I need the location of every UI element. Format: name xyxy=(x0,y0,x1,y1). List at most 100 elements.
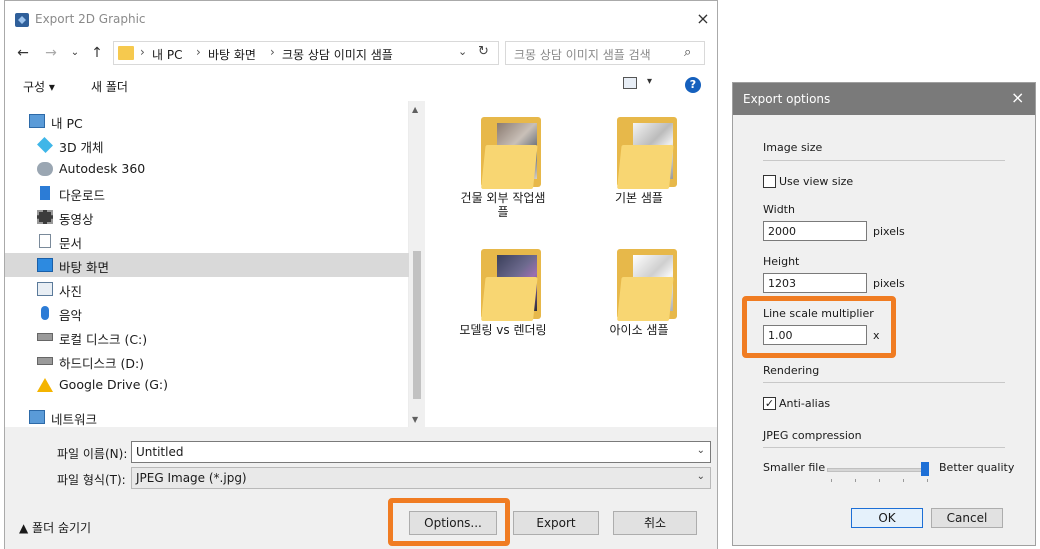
divider xyxy=(763,382,1005,383)
sidebar-item-pictures[interactable]: 사진 xyxy=(5,277,409,301)
slider-tick xyxy=(831,479,832,482)
new-folder-button[interactable]: 새 폴더 xyxy=(91,78,128,95)
image-size-heading: Image size xyxy=(763,141,823,154)
help-icon[interactable]: ? xyxy=(685,77,701,93)
quality-slider-thumb[interactable] xyxy=(921,462,929,476)
folder-icon xyxy=(118,46,134,60)
export-button[interactable]: Export xyxy=(513,511,599,535)
chevron-down-icon[interactable]: ⌄ xyxy=(697,471,705,482)
sidebar-item-music[interactable]: 음악 xyxy=(5,301,409,325)
cloud-icon xyxy=(37,162,53,176)
address-dropdown-icon[interactable]: ⌄ xyxy=(458,45,467,58)
folder-icon xyxy=(617,249,677,321)
breadcrumb-desktop[interactable]: 바탕 화면 xyxy=(208,46,256,63)
sidebar-item-label: 문서 xyxy=(59,236,83,251)
sidebar-item-desktop[interactable]: 바탕 화면 xyxy=(5,253,409,277)
height-input[interactable]: 1203 xyxy=(763,273,867,293)
folder-item[interactable]: 아이소 샘플 xyxy=(579,233,699,343)
breadcrumb-current-folder[interactable]: 크몽 상담 이미지 샘플 xyxy=(282,46,393,63)
sidebar-item-downloads[interactable]: 다운로드 xyxy=(5,181,409,205)
scroll-down-icon[interactable]: ▼ xyxy=(412,415,418,424)
sidebar-item-videos[interactable]: 동영상 xyxy=(5,205,409,229)
sidebar-item-autodesk-360[interactable]: Autodesk 360 xyxy=(5,157,409,181)
sidebar-item-label: 음악 xyxy=(59,308,83,323)
sidebar-item-my-pc[interactable]: 내 PC xyxy=(5,109,409,133)
nav-pane-scrollbar[interactable]: ▲ ▼ xyxy=(409,101,425,427)
folder-item[interactable]: 건물 외부 작업샘 플 xyxy=(443,101,563,219)
sidebar-item-documents[interactable]: 문서 xyxy=(5,229,409,253)
refresh-icon[interactable]: ↻ xyxy=(478,44,489,59)
ok-button[interactable]: OK xyxy=(851,508,923,528)
sidebar-item-3d-objects[interactable]: 3D 개체 xyxy=(5,133,409,157)
view-options-dropdown-icon[interactable]: ▾ xyxy=(647,76,652,87)
network-icon xyxy=(29,410,45,424)
anti-alias-checkbox[interactable]: ✓ xyxy=(763,397,776,410)
file-list: 건물 외부 작업샘 플 기본 샘플 모델링 vs 렌더링 아이소 샘플 xyxy=(425,101,717,427)
back-arrow-icon[interactable]: ← xyxy=(13,43,33,63)
picture-icon xyxy=(37,282,53,296)
up-arrow-icon[interactable]: ↑ xyxy=(87,43,107,63)
address-bar[interactable]: › 내 PC › 바탕 화면 › 크몽 상담 이미지 샘플 ⌄ ↻ xyxy=(113,41,499,65)
slider-tick xyxy=(855,479,856,482)
download-icon xyxy=(40,186,50,200)
sidebar-item-label: Autodesk 360 xyxy=(59,161,146,176)
use-view-size-label: Use view size xyxy=(779,175,854,188)
close-icon[interactable]: × xyxy=(1011,88,1024,107)
breadcrumb-separator: › xyxy=(270,45,275,59)
dialog-title: Export 2D Graphic xyxy=(35,12,146,26)
divider xyxy=(763,447,1005,448)
sidebar-item-local-disk-c[interactable]: 로컬 디스크 (C:) xyxy=(5,325,409,349)
folder-icon xyxy=(481,249,541,321)
close-icon[interactable]: × xyxy=(693,9,713,29)
use-view-size-checkbox[interactable] xyxy=(763,175,776,188)
height-value: 1203 xyxy=(768,277,796,290)
folder-icon xyxy=(481,117,541,189)
height-unit: pixels xyxy=(873,277,905,290)
breadcrumb-separator: › xyxy=(196,45,201,59)
folder-item[interactable]: 모델링 vs 렌더링 xyxy=(443,233,563,343)
width-input[interactable]: 2000 xyxy=(763,221,867,241)
view-mode-icon[interactable] xyxy=(623,77,637,89)
folder-label-line: 플 xyxy=(497,205,509,219)
breadcrumb-pc[interactable]: 내 PC xyxy=(152,46,182,63)
sidebar-item-network[interactable]: 네트워크 xyxy=(5,405,409,429)
filename-value: Untitled xyxy=(136,445,184,459)
cancel-button[interactable]: 취소 xyxy=(613,511,697,535)
music-icon xyxy=(41,306,49,320)
slider-max-label: Better quality xyxy=(939,461,1015,474)
sidebar-item-hard-disk-d[interactable]: 하드디스크 (D:) xyxy=(5,349,409,373)
disk-icon xyxy=(37,333,53,341)
slider-tick xyxy=(903,479,904,482)
sidebar-item-label: 하드디스크 (D:) xyxy=(59,356,145,371)
sidebar-item-label: 동영상 xyxy=(59,212,94,227)
sidebar-item-label: Google Drive (G:) xyxy=(59,377,169,392)
cancel-button[interactable]: Cancel xyxy=(931,508,1003,528)
folder-icon xyxy=(617,117,677,189)
desktop-icon xyxy=(37,258,53,272)
google-drive-icon xyxy=(37,378,53,392)
folder-item[interactable]: 기본 샘플 xyxy=(579,101,699,211)
hide-folders-button[interactable]: ▲ 폴더 숨기기 xyxy=(19,519,91,536)
options-highlight-box xyxy=(388,498,510,546)
search-placeholder: 크몽 상담 이미지 샘플 검색 xyxy=(514,48,651,62)
recent-locations-chevron-icon[interactable]: ⌄ xyxy=(65,43,85,63)
folder-label: 기본 샘플 xyxy=(615,191,663,205)
filename-input[interactable]: Untitled ⌄ xyxy=(131,441,711,463)
filetype-select[interactable]: JPEG Image (*.jpg) ⌄ xyxy=(131,467,711,489)
search-input[interactable]: 크몽 상담 이미지 샘플 검색 ⌕ xyxy=(505,41,705,65)
folder-label-line: 건물 외부 작업샘 xyxy=(460,191,546,205)
slider-tick xyxy=(927,479,928,482)
search-icon[interactable]: ⌕ xyxy=(684,45,691,60)
organize-menu-button[interactable]: 구성 ▾ xyxy=(23,78,55,95)
sidebar-item-google-drive[interactable]: Google Drive (G:) xyxy=(5,373,409,397)
forward-arrow-icon[interactable]: → xyxy=(41,43,61,63)
folder-label: 모델링 vs 렌더링 xyxy=(459,323,547,337)
sidebar-item-label: 다운로드 xyxy=(59,188,106,203)
chevron-down-icon[interactable]: ⌄ xyxy=(697,445,705,456)
scroll-up-icon[interactable]: ▲ xyxy=(412,105,418,114)
slider-tick xyxy=(879,479,880,482)
quality-slider-track[interactable] xyxy=(827,468,929,472)
computer-icon xyxy=(29,114,45,128)
scrollbar-thumb[interactable] xyxy=(413,251,421,399)
rendering-heading: Rendering xyxy=(763,364,820,377)
